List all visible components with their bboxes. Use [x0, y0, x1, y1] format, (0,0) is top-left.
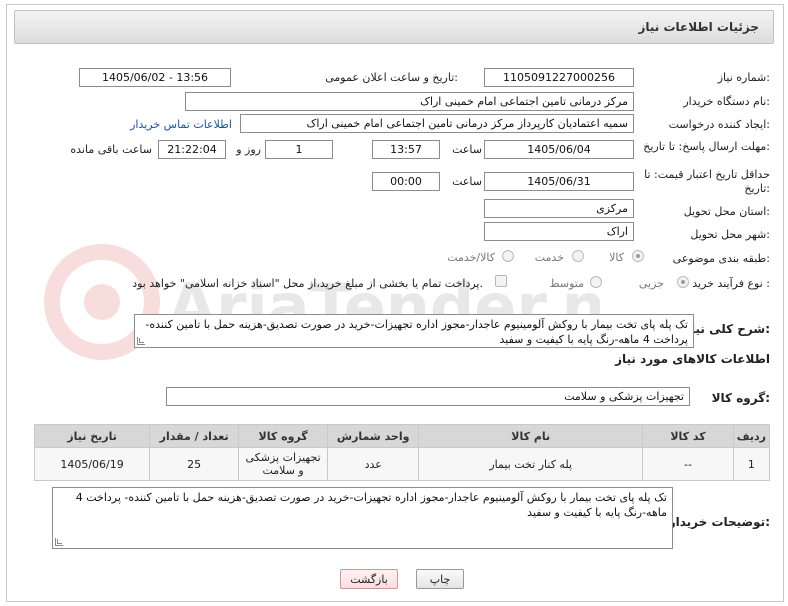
deadline-days-label: روز و	[236, 143, 261, 156]
deadline-time-field: 13:57	[372, 140, 440, 159]
col-code: کد کالا	[642, 424, 734, 448]
deadline-time-label: ساعت	[452, 143, 482, 156]
cell-unit: عدد	[327, 447, 420, 481]
deadline-date-field: 1405/06/04	[484, 140, 634, 159]
category-radio-goods-service[interactable]	[502, 250, 514, 262]
col-quantity: تعداد / مقدار	[149, 424, 240, 448]
buyer-org-field: مرکز درمانی تامین اجتماعی امام خمینی ارا…	[185, 92, 634, 111]
process-label: نوع فرآیند خرید :	[692, 277, 770, 290]
back-button[interactable]: بازگشت	[340, 569, 398, 589]
province-field: مرکزی	[484, 199, 634, 218]
buyer-notes-textarea[interactable]: تک پله پای تخت بیمار با روکش آلومینیوم ع…	[52, 487, 673, 549]
need-number-field: 1105091227000256	[484, 68, 634, 87]
print-button[interactable]: چاپ	[416, 569, 464, 589]
price-validity-date-field: 1405/06/31	[484, 172, 634, 191]
price-validity-time-field: 00:00	[372, 172, 440, 191]
deadline-days-field: 1	[265, 140, 333, 159]
deadline-label: مهلت ارسال پاسخ: تا تاریخ:	[643, 140, 770, 153]
province-label: استان محل تحویل:	[683, 205, 770, 218]
col-group: گروه کالا	[238, 424, 329, 448]
treasury-payment-note: پرداخت تمام یا بخشی از مبلغ خرید،از محل …	[132, 277, 483, 290]
buyer-notes-label: توضیحات خریدار:	[668, 515, 770, 529]
resize-grip-icon[interactable]	[55, 538, 63, 546]
goods-table-header: ردیف کد کالا نام کالا واحد شمارش گروه کا…	[33, 424, 771, 448]
category-option-goods-service: کالا/خدمت	[447, 251, 495, 264]
need-number-label: شماره نیاز:	[717, 71, 770, 84]
city-label: شهر محل تحویل:	[690, 228, 770, 241]
col-need-date: تاریخ نیاز	[33, 424, 151, 448]
goods-group-label: گروه کالا:	[711, 391, 770, 405]
col-row: ردیف	[732, 424, 771, 448]
cell-group: تجهیزات پزشکی و سلامت	[238, 447, 329, 481]
category-option-goods: کالا	[609, 251, 624, 264]
category-radio-service[interactable]	[572, 250, 584, 262]
page-header: جزئیات اطلاعات نیاز	[14, 10, 774, 44]
announce-label: تاریخ و ساعت اعلان عمومی:	[325, 71, 458, 84]
buyer-org-label: نام دستگاه خریدار:	[683, 95, 770, 108]
process-radio-minor[interactable]	[677, 276, 689, 288]
process-radio-medium[interactable]	[590, 276, 602, 288]
cell-name: پله کنار تخت بیمار	[418, 447, 644, 481]
remaining-time-field: 21:22:04	[158, 140, 226, 159]
col-name: نام کالا	[418, 424, 644, 448]
process-option-medium: متوسط	[549, 277, 584, 290]
description-text: تک پله پای تخت بیمار با روکش آلومینیوم ع…	[145, 318, 688, 346]
category-option-service: خدمت	[534, 251, 564, 264]
announce-datetime-field: 1405/06/02 - 13:56	[79, 68, 231, 87]
category-label: طبقه بندی موضوعی:	[672, 252, 770, 265]
cell-row: 1	[732, 447, 771, 481]
col-unit: واحد شمارش	[327, 424, 420, 448]
goods-table: ردیف کد کالا نام کالا واحد شمارش گروه کا…	[33, 424, 771, 481]
page-title: جزئیات اطلاعات نیاز	[638, 20, 759, 34]
category-radio-goods[interactable]	[632, 250, 644, 262]
requester-label: ایجاد کننده درخواست:	[668, 118, 770, 131]
treasury-payment-checkbox[interactable]	[495, 275, 507, 287]
buyer-notes-text: تک پله پای تخت بیمار با روکش آلومینیوم ع…	[75, 491, 667, 519]
cell-quantity: 25	[149, 447, 240, 481]
description-label: شرح کلی نیاز:	[684, 322, 770, 336]
description-textarea[interactable]: تک پله پای تخت بیمار با روکش آلومینیوم ع…	[134, 314, 694, 348]
table-row: 1 -- پله کنار تخت بیمار عدد تجهیزات پزشک…	[33, 447, 771, 481]
price-validity-label: حداقل تاریخ اعتبار قیمت: تا تاریخ:	[644, 168, 770, 195]
goods-group-field: تجهیزات پزشکی و سلامت	[166, 387, 690, 406]
requester-field: سمیه اعتمادیان کارپرداز مرکز درمانی تامی…	[240, 114, 634, 133]
cell-need-date: 1405/06/19	[33, 447, 151, 481]
buyer-contact-link[interactable]: اطلاعات تماس خریدار	[130, 118, 232, 131]
cell-code: --	[642, 447, 734, 481]
price-validity-time-label: ساعت	[452, 175, 482, 188]
city-field: اراک	[484, 222, 634, 241]
remaining-time-label: ساعت باقی مانده	[70, 143, 152, 156]
resize-grip-icon[interactable]	[137, 337, 145, 345]
goods-info-title: اطلاعات کالاهای مورد نیاز	[615, 352, 770, 366]
process-option-minor: جزیی	[638, 277, 664, 290]
